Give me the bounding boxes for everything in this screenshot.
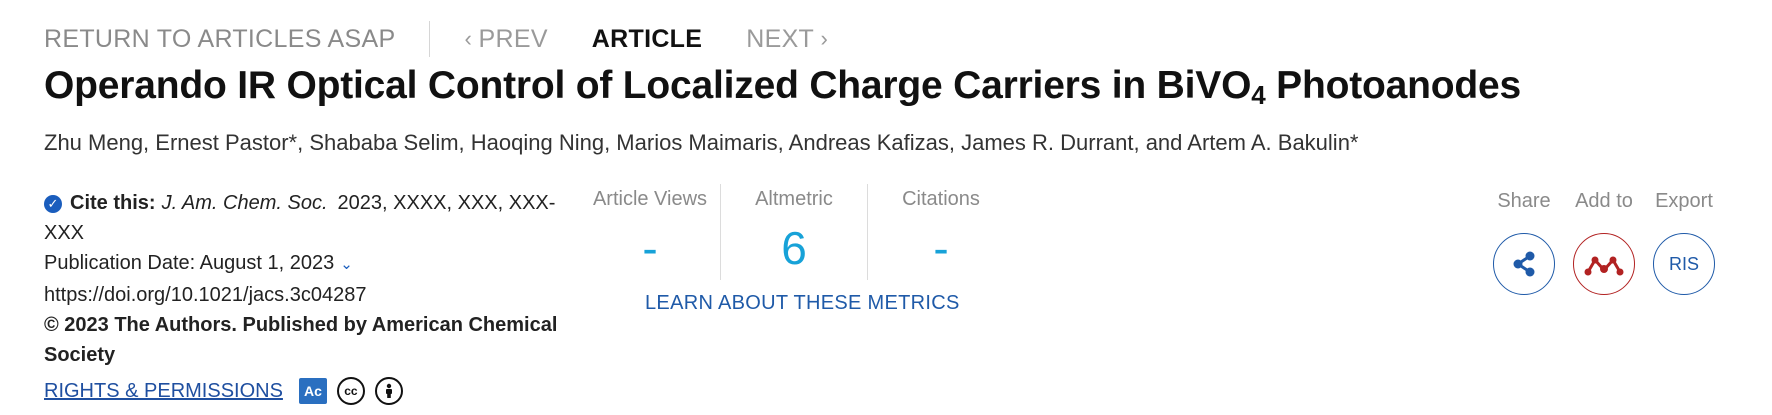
author-list: Zhu Meng, Ernest Pastor*, Shababa Selim,… (44, 130, 1359, 155)
next-label: NEXT (746, 24, 815, 53)
cite-this: ✓ Cite this: J. Am. Chem. Soc. 2023, XXXX, … (44, 188, 564, 248)
article-title: Operando IR Optical Control of Localized… (44, 64, 1521, 111)
copyright-notice: © 2023 The Authors. Published by America… (44, 314, 558, 366)
acs-authorchoice-icon[interactable]: Ac (298, 378, 327, 404)
article-nav: RETURN TO ARTICLES ASAP ‹ PREV ARTICLE N… (44, 20, 828, 58)
citations-label: Citations (902, 188, 980, 210)
article-actions: Share Add to Export RIS (1484, 190, 1724, 295)
share-label: Share (1497, 190, 1551, 212)
return-to-articles-link[interactable]: RETURN TO ARTICLES ASAP (44, 25, 395, 54)
share-icon (1513, 251, 1535, 277)
check-circle-icon: ✓ (44, 195, 62, 213)
title-text: Operando IR Optical Control of Localized… (44, 64, 1252, 107)
export-ris-button[interactable]: RIS (1653, 233, 1715, 295)
current-article-label: ARTICLE (591, 24, 703, 53)
doi-link[interactable]: https://doi.org/10.1021/jacs.3c04287 (44, 280, 564, 310)
chevron-down-icon: ⌄ (340, 256, 353, 273)
article-metrics: Article Views - Altmetric 6 Citations - (580, 184, 1014, 280)
attribution-person-icon[interactable] (374, 377, 403, 405)
chevron-right-icon: › (814, 26, 829, 51)
creative-commons-icon[interactable]: cc (336, 377, 365, 405)
citations-value: - (933, 222, 949, 274)
add-to-label: Add to (1575, 190, 1633, 212)
rights-row: RIGHTS & PERMISSIONS Ac cc (44, 376, 564, 406)
journal-name: J. Am. Chem. Soc. (161, 192, 328, 214)
title-text-end: Photoanodes (1265, 64, 1521, 107)
mendeley-icon (1584, 256, 1624, 276)
add-to-mendeley-button[interactable] (1573, 233, 1635, 295)
nav-divider (429, 21, 431, 57)
action-labels: Share Add to Export (1484, 190, 1724, 213)
altmetric-label: Altmetric (755, 188, 833, 210)
share-button[interactable] (1493, 233, 1555, 295)
export-label: Export (1655, 190, 1713, 212)
citations-metric: Citations - (868, 188, 1014, 280)
rights-permissions-link[interactable]: RIGHTS & PERMISSIONS (44, 376, 283, 406)
chevron-left-icon: ‹ (464, 26, 479, 51)
publication-date[interactable]: Publication Date: August 1, 2023 ⌄ (44, 248, 564, 280)
action-buttons: RIS (1484, 233, 1724, 295)
cite-label: Cite this: (70, 192, 156, 214)
person-icon (385, 383, 392, 398)
article-views-metric: Article Views - (580, 188, 720, 280)
next-article-link[interactable]: NEXT › (746, 25, 828, 54)
title-subscript: 4 (1251, 80, 1266, 110)
publication-date-text: Publication Date: August 1, 2023 (44, 252, 335, 274)
prev-article-link[interactable]: ‹ PREV (464, 25, 547, 54)
article-views-label: Article Views (592, 188, 708, 210)
altmetric-metric[interactable]: Altmetric 6 (721, 188, 867, 280)
learn-about-metrics-link[interactable]: LEARN ABOUT THESE METRICS (645, 292, 960, 315)
article-views-value: - (642, 222, 658, 274)
altmetric-value[interactable]: 6 (721, 221, 867, 275)
citation-block: ✓ Cite this: J. Am. Chem. Soc. 2023, XXXX, … (44, 188, 564, 406)
prev-label: PREV (478, 24, 548, 53)
ris-label: RIS (1668, 253, 1699, 274)
